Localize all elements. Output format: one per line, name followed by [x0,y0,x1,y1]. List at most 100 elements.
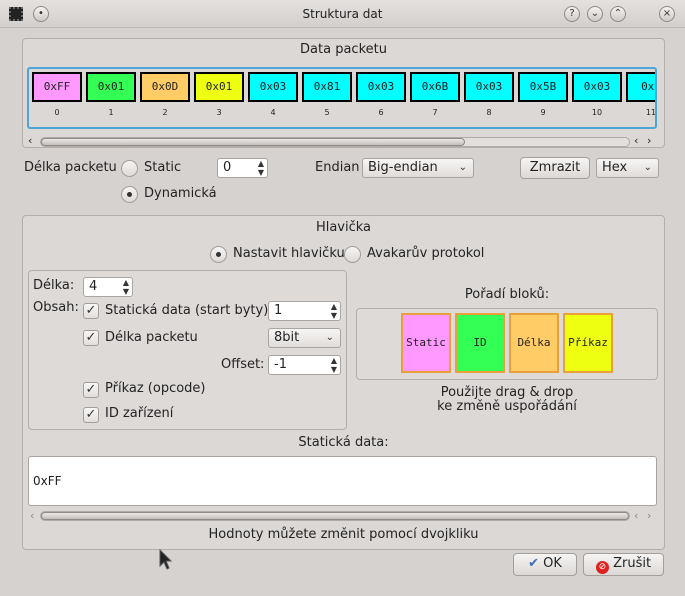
static-data-checkbox[interactable]: ✓ [83,303,99,319]
endian-select[interactable]: Big-endian ⌄ [362,158,474,178]
avakar-radio[interactable] [344,246,361,263]
set-header-radio[interactable] [210,246,227,263]
static-radio[interactable] [121,160,138,177]
packet-byte-cell[interactable]: 0x03 [356,72,406,102]
packet-byte-index: 2 [162,108,168,117]
packet-byte-cell[interactable]: 0x81 [302,72,352,102]
packet-group-title: Data packetu [300,42,387,57]
packet-byte-index: 10 [591,108,603,117]
command-checkbox[interactable]: ✓ [83,382,99,398]
header-block[interactable]: Délka [509,313,559,373]
packet-byte-cell[interactable]: 0x01 [86,72,136,102]
packet-byte-index: 0 [54,108,60,117]
header-length-label: Délka: [33,278,75,293]
block-order-title: Pořadí bloků: [464,287,550,302]
packet-byte-index: 8 [486,108,492,117]
endian-label: Endian [315,160,360,175]
static-length-value: 0 [223,160,232,175]
block-order-list: Static ID Délka Příkaz [357,309,657,379]
packet-length-checkbox[interactable]: ✓ [83,330,99,346]
header-length-spinbox[interactable]: 4 ▲ ▼ [83,277,133,297]
help-button[interactable]: ? [564,6,580,22]
dynamic-radio[interactable] [121,186,138,203]
packet-length-check-label[interactable]: Délka packetu [105,330,198,345]
header-block[interactable]: Příkaz [563,313,613,373]
spin-arrows-icon[interactable]: ▲ ▼ [331,356,337,374]
packet-cells-view[interactable]: 0xFF 0 0x01 1 0x0D 2 0x01 3 0x03 4 0x81 5 0x03 6 0x6B 7… [27,67,657,129]
header-length-value: 4 [89,279,98,294]
edit-hint: Hodnoty můžete změnit pomocí dvojkliku [208,527,479,542]
avakar-label[interactable]: Avakarův protokol [367,246,484,261]
format-select[interactable]: Hex ⌄ [596,158,659,178]
scroll-right-arrow[interactable]: › [647,509,651,522]
format-value: Hex [602,160,628,175]
packet-cells: 0xFF 0 0x01 1 0x0D 2 0x01 3 0x03 4 0x81 5 0x03 6 0x6B 7… [29,69,655,127]
scroll-right-arrow[interactable]: › [647,134,651,147]
offset-label: Offset: [221,357,265,372]
static-data-label[interactable]: Statická data (start byty) [105,303,268,318]
static-data-scrollbar-handle[interactable] [41,512,629,520]
scroll-left-step[interactable]: ‹ [634,134,638,147]
mouse-cursor-icon [159,548,173,575]
packet-byte-cell[interactable]: 0x01 [194,72,244,102]
ok-label: OK [543,556,562,571]
static-data-spinbox[interactable]: 1 ▲ ▼ [268,301,341,321]
static-data-text: 0xFF [33,474,62,488]
chevron-down-icon: ⌄ [325,332,334,343]
static-data-title: Statická data: [298,435,389,450]
scroll-left-step[interactable]: ‹ [634,509,638,522]
packet-byte-index: 9 [540,108,546,117]
packet-byte-index: 6 [378,108,384,117]
spin-arrows-icon[interactable]: ▲ ▼ [258,159,264,177]
chevron-down-icon: ⌄ [458,162,467,173]
packet-byte-cell[interactable]: 0x03 [464,72,514,102]
content-label: Obsah: [33,300,79,315]
ok-button[interactable]: ✔ OK [513,553,577,576]
offset-value: -1 [274,357,287,372]
checkmark-icon: ✔ [528,556,539,571]
close-button[interactable]: × [659,6,675,22]
packet-byte-index: 7 [432,108,438,117]
cancel-button[interactable]: ⊘ Zrušit [583,553,664,576]
header-config-box [28,270,347,430]
static-length-spinbox[interactable]: 0 ▲ ▼ [217,158,268,178]
packet-byte-cell[interactable]: 0x6B [410,72,460,102]
header-group-title: Hlavička [315,220,372,235]
packet-length-label: Délka packetu [24,160,117,175]
window-title: Struktura dat [302,7,383,21]
minimize-button[interactable]: ⌄ [587,6,603,22]
device-id-label[interactable]: ID zařízení [105,406,173,421]
bits-select[interactable]: 8bit ⌄ [268,328,341,348]
offset-spinbox[interactable]: -1 ▲ ▼ [268,355,341,375]
header-block[interactable]: ID [455,313,505,373]
header-block[interactable]: Static [401,313,451,373]
scroll-left-arrow[interactable]: ‹ [30,509,34,522]
packet-byte-cell[interactable]: 0x03 [248,72,298,102]
packet-byte-cell[interactable]: 0xFF [32,72,82,102]
chevron-down-icon: ⌄ [643,162,652,173]
static-radio-label[interactable]: Static [144,160,181,175]
maximize-button[interactable]: ⌃ [610,6,626,22]
packet-byte-cell[interactable]: 0x0D [140,72,190,102]
endian-value: Big-endian [368,160,438,175]
static-data-scrollbar[interactable] [40,511,630,521]
bits-value: 8bit [274,330,300,345]
packet-byte-index: 3 [216,108,222,117]
packet-byte-cell[interactable]: 0x5B [518,72,568,102]
packet-byte-cell[interactable]: 0x03 [572,72,622,102]
device-id-checkbox[interactable]: ✓ [83,407,99,423]
spin-arrows-icon[interactable]: ▲ ▼ [123,278,129,296]
packet-scrollbar-handle[interactable] [41,138,465,146]
command-label[interactable]: Příkaz (opcode) [105,381,206,396]
set-header-label[interactable]: Nastavit hlavičku [233,246,345,261]
scroll-left-arrow[interactable]: ‹ [28,134,32,147]
packet-byte-index: 1 [108,108,114,117]
static-data-value: 1 [274,303,283,318]
packet-byte-index: 4 [270,108,276,117]
freeze-button[interactable]: Zmrazit [520,157,590,179]
block-order-box[interactable]: Static ID Délka Příkaz [356,308,658,380]
packet-byte-cell[interactable]: 0x9 [626,72,655,102]
static-data-field[interactable]: 0xFF [28,456,657,506]
dynamic-radio-label[interactable]: Dynamická [144,186,217,201]
spin-arrows-icon[interactable]: ▲ ▼ [331,302,337,320]
